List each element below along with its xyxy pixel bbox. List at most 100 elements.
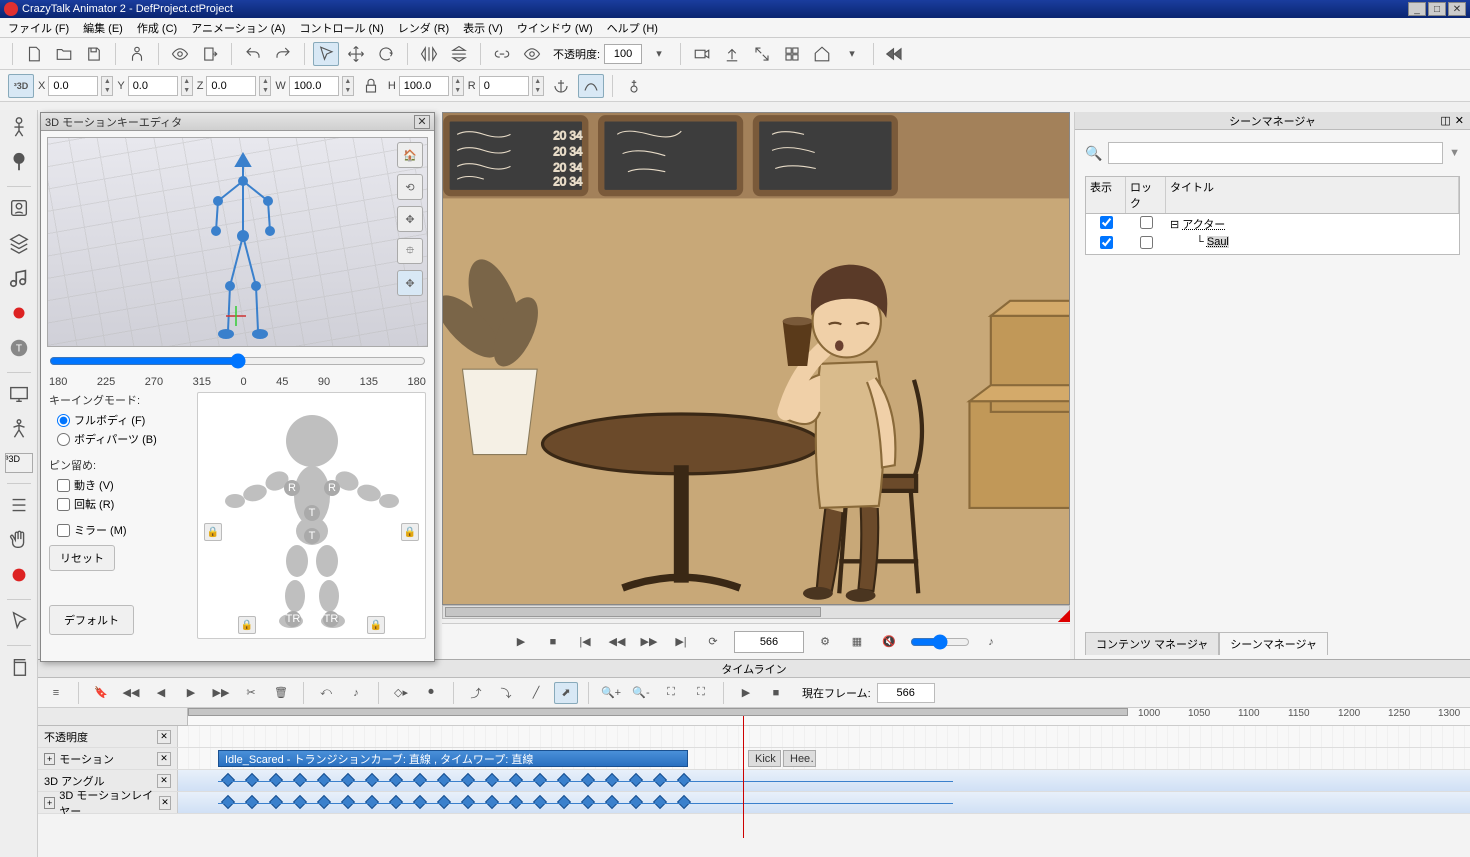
add-anchor-icon[interactable] [621, 74, 647, 98]
open-file-icon[interactable] [51, 42, 77, 66]
tl-linear-icon[interactable]: ╱ [524, 682, 548, 704]
pointer-tool-icon[interactable] [8, 610, 30, 635]
track-label[interactable]: + モーション✕ [38, 748, 178, 769]
editor-close-icon[interactable]: ✕ [414, 115, 430, 129]
scene-row-saul[interactable]: └ Saul [1086, 234, 1459, 254]
menu-help[interactable]: ヘルプ (H) [603, 18, 662, 38]
flip-h-icon[interactable] [416, 42, 442, 66]
loop-icon[interactable]: ⟳ [702, 631, 724, 653]
pose-tool-icon[interactable] [8, 418, 30, 443]
save-icon[interactable] [81, 42, 107, 66]
link-icon[interactable] [489, 42, 515, 66]
bodyparts-selector[interactable]: R R T T TR TR 🔒 🔒 🔒 🔒 [197, 392, 426, 639]
tl-zoomout-icon[interactable]: 🔍- [629, 682, 653, 704]
redo-icon[interactable] [270, 42, 296, 66]
opacity-input[interactable] [604, 44, 642, 64]
scene-close-icon[interactable]: ✕ [1455, 114, 1464, 127]
lock-aspect-icon[interactable] [358, 74, 384, 98]
prop-tool-icon[interactable] [8, 151, 30, 176]
stop-icon[interactable]: ■ [542, 631, 564, 653]
view-pan-icon[interactable]: ✥ [397, 206, 423, 232]
scene-popout-icon[interactable]: ◫ [1440, 114, 1450, 127]
tl-prev-icon[interactable]: ◀ [149, 682, 173, 704]
close-button[interactable]: ✕ [1448, 2, 1466, 16]
track-content[interactable] [178, 792, 1470, 813]
tl-ff-icon[interactable]: ▶▶ [209, 682, 233, 704]
menu-file[interactable]: ファイル (F) [4, 18, 73, 38]
menu-create[interactable]: 作成 (C) [133, 18, 181, 38]
first-frame-icon[interactable]: |◀ [574, 631, 596, 653]
filter-dropdown-icon[interactable]: ▼ [1449, 147, 1460, 159]
3d-mode-icon[interactable]: ³3D [8, 74, 34, 98]
tab-content-mgr[interactable]: コンテンツ マネージャ [1085, 632, 1219, 655]
tl-curve2-icon[interactable]: ⤵ [494, 682, 518, 704]
next-frame-icon[interactable]: ▶▶ [638, 631, 660, 653]
flip-v-icon[interactable] [446, 42, 472, 66]
pin-rotate-check[interactable]: 回転 (R) [57, 496, 189, 512]
tl-key-icon[interactable]: ◇▸ [389, 682, 413, 704]
tl-rec-icon[interactable]: ⏺ [419, 682, 443, 704]
track-label[interactable]: 不透明度✕ [38, 726, 178, 747]
curve-icon[interactable] [578, 74, 604, 98]
copy-tool-icon[interactable] [8, 656, 30, 681]
select-tool-icon[interactable] [313, 42, 339, 66]
expand-icon[interactable] [749, 42, 775, 66]
opacity-dropdown-icon[interactable]: ▾ [646, 42, 672, 66]
lock-left-foot-icon[interactable]: 🔒 [238, 616, 256, 634]
menu-window[interactable]: ウインドウ (W) [513, 18, 597, 38]
tl-cut-icon[interactable]: ✂ [239, 682, 263, 704]
tl-undo-icon[interactable]: ⤺ [314, 682, 338, 704]
timeline-range-bar[interactable] [188, 708, 1128, 716]
move-tool-icon[interactable] [343, 42, 369, 66]
tl-stop-icon[interactable]: ■ [764, 682, 788, 704]
settings-icon[interactable]: ⚙ [814, 631, 836, 653]
new-file-icon[interactable] [21, 42, 47, 66]
mirror-check[interactable]: ミラー (M) [57, 522, 189, 538]
view-move-icon[interactable]: ✥ [397, 270, 423, 296]
tl-marker-icon[interactable]: 🔖 [89, 682, 113, 704]
tab-scene-mgr[interactable]: シーンマネージャ [1219, 632, 1328, 655]
track-content[interactable]: Idle_Scared - トランジションカーブ: 直線 , タイムワープ: 直… [178, 748, 1470, 769]
motion-clip-extra[interactable]: Kick [748, 750, 781, 767]
export-icon[interactable] [197, 42, 223, 66]
motion-clip-extra[interactable]: Hee… [783, 750, 816, 767]
screen-tool-icon[interactable] [8, 383, 30, 408]
track-content[interactable] [178, 726, 1470, 747]
reset-button[interactable]: リセット [49, 545, 115, 571]
lock-left-hand-icon[interactable]: 🔒 [204, 523, 222, 541]
angle-slider[interactable] [49, 353, 426, 369]
lock-right-hand-icon[interactable]: 🔒 [401, 523, 419, 541]
lock-right-foot-icon[interactable]: 🔒 [367, 616, 385, 634]
tl-curve1-icon[interactable]: ⤴ [464, 682, 488, 704]
maximize-button[interactable]: □ [1428, 2, 1446, 16]
play-icon[interactable]: ▶ [510, 631, 532, 653]
bodyparts-radio[interactable]: ボディパーツ (B) [57, 431, 189, 447]
list-tool-icon[interactable] [8, 494, 30, 519]
tl-zoomin-icon[interactable]: 🔍+ [599, 682, 623, 704]
camera-icon[interactable] [689, 42, 715, 66]
fullbody-radio[interactable]: フルボディ (F) [57, 412, 189, 428]
pin-move-check[interactable]: 動き (V) [57, 477, 189, 493]
cur-frame-input[interactable] [877, 683, 935, 703]
mute-icon[interactable]: 🔇 [878, 631, 900, 653]
viewport[interactable]: 20 34 20 34 20 34 20 34 [442, 112, 1070, 605]
tl-audio-icon[interactable]: ♪ [344, 682, 368, 704]
menu-edit[interactable]: 編集 (E) [79, 18, 127, 38]
view-zoom-icon[interactable]: ⯐ [397, 238, 423, 264]
anchor-icon[interactable] [548, 74, 574, 98]
track-content[interactable] [178, 770, 1470, 791]
scene-row-actor[interactable]: ⊟ アクター [1086, 214, 1459, 234]
menu-view[interactable]: 表示 (V) [459, 18, 507, 38]
snap-icon[interactable]: ▦ [846, 631, 868, 653]
frame-input[interactable] [734, 631, 804, 653]
tl-step-icon[interactable]: ⬈ [554, 682, 578, 704]
actor-tool-icon[interactable] [8, 116, 30, 141]
menu-render[interactable]: レンダ (R) [394, 18, 453, 38]
tl-rewind-icon[interactable]: ◀◀ [119, 682, 143, 704]
eye-icon[interactable] [167, 42, 193, 66]
actor-icon[interactable] [124, 42, 150, 66]
default-button[interactable]: デフォルト [49, 605, 134, 635]
3d-tool-icon[interactable]: ³3D [5, 453, 33, 473]
tl-fit-icon[interactable]: ⛶ [659, 682, 683, 704]
tl-delete-icon[interactable]: 🗑 [269, 682, 293, 704]
